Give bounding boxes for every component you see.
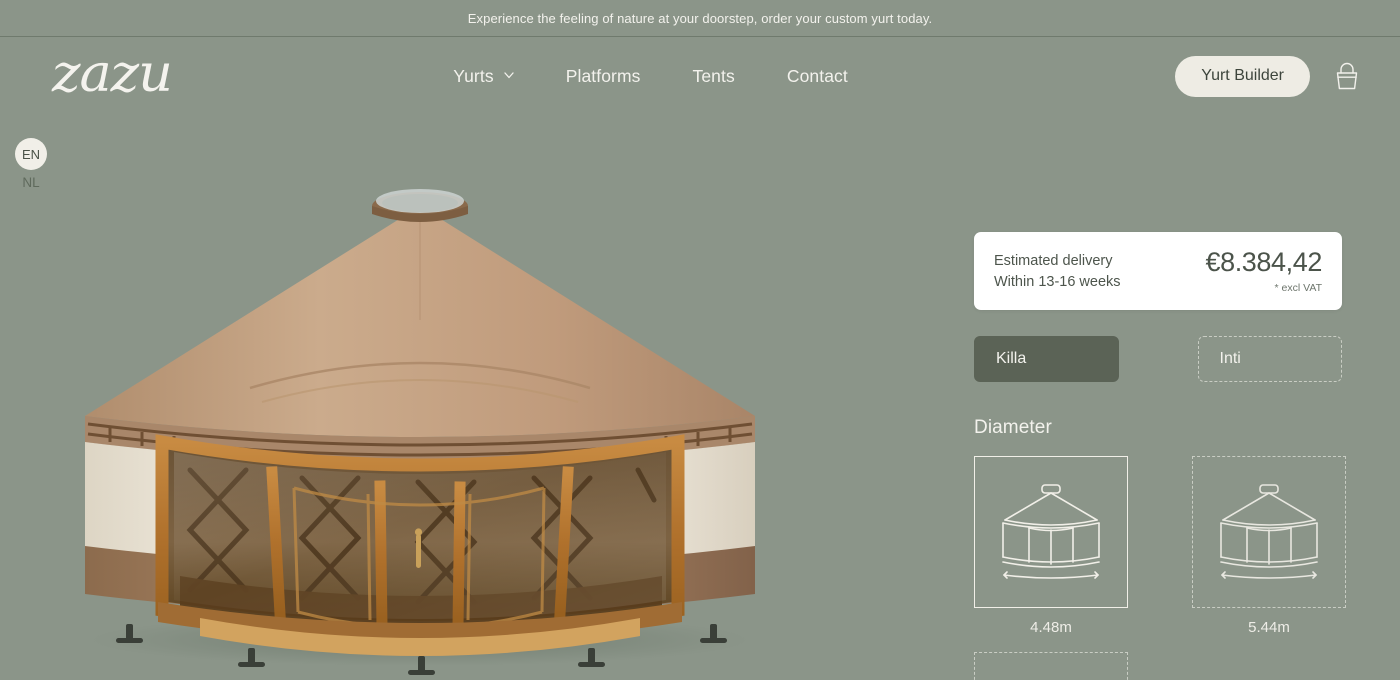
diameter-option-box[interactable] [974, 456, 1128, 608]
nav-item-yurts[interactable]: Yurts [453, 66, 513, 87]
total-price: €8.384,42 [1205, 249, 1322, 276]
diameter-option-third[interactable] [974, 652, 1128, 680]
yurt-illustration [50, 170, 790, 680]
yurt-builder-button[interactable]: Yurt Builder [1175, 56, 1310, 97]
price-block: €8.384,42 * excl VAT [1205, 249, 1322, 294]
yurt-product-image [50, 170, 790, 680]
diameter-option-label: 5.44m [1192, 619, 1346, 636]
delivery-estimate: Estimated delivery Within 13-16 weeks [994, 249, 1121, 292]
announcement-text: Experience the feeling of nature at your… [468, 11, 932, 26]
diameter-section-title: Diameter [974, 417, 1342, 439]
nav-item-label: Tents [693, 66, 735, 87]
diameter-option-label: 4.48m [974, 619, 1128, 636]
announcement-bar: Experience the feeling of nature at your… [0, 0, 1400, 37]
chevron-down-icon [503, 69, 514, 80]
diameter-option-448m[interactable]: 4.48m [974, 456, 1128, 636]
model-option-inti[interactable]: Inti [1198, 336, 1343, 382]
delivery-label: Estimated delivery [994, 251, 1121, 272]
product-stage [0, 115, 930, 680]
language-option-en[interactable]: EN [15, 138, 47, 170]
logo[interactable]: zazu [52, 48, 172, 100]
diameter-options: 4.48m 5.44m [974, 456, 1342, 680]
diameter-option-544m[interactable]: 5.44m [1192, 456, 1346, 636]
diameter-option-box[interactable] [974, 652, 1128, 680]
delivery-value: Within 13-16 weeks [994, 272, 1121, 293]
price-summary-card: Estimated delivery Within 13-16 weeks €8… [974, 232, 1342, 310]
basket-icon[interactable] [1332, 60, 1362, 92]
nav-item-label: Yurts [453, 66, 493, 87]
yurt-outline-icon [1206, 480, 1332, 584]
nav-item-label: Platforms [566, 66, 641, 87]
main-navigation: Yurts Platforms Tents Contact [453, 66, 848, 87]
model-selector: Killa Inti [974, 336, 1342, 382]
vat-note: * excl VAT [1205, 282, 1322, 294]
language-switcher: EN NL [14, 138, 48, 190]
nav-item-contact[interactable]: Contact [787, 66, 848, 87]
nav-item-platforms[interactable]: Platforms [566, 66, 641, 87]
model-option-killa[interactable]: Killa [974, 336, 1119, 382]
diameter-option-box[interactable] [1192, 456, 1346, 608]
model-option-label: Inti [1220, 350, 1241, 368]
language-option-nl[interactable]: NL [14, 175, 48, 190]
yurt-outline-icon [988, 676, 1114, 680]
nav-item-label: Contact [787, 66, 848, 87]
header-actions: Yurt Builder [1175, 56, 1362, 97]
model-option-label: Killa [996, 350, 1026, 368]
yurt-outline-icon [988, 480, 1114, 584]
configurator-panel: Estimated delivery Within 13-16 weeks €8… [960, 115, 1400, 680]
site-header: zazu Yurts Platforms Tents Contact Yurt … [0, 37, 1400, 115]
nav-item-tents[interactable]: Tents [693, 66, 735, 87]
